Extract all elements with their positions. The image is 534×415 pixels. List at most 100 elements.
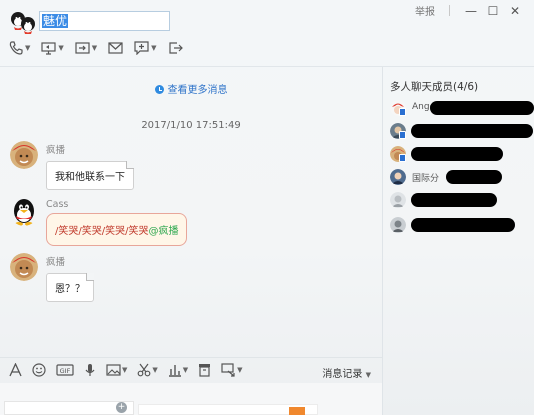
message-text: /笑哭/笑哭/笑哭/笑哭: [55, 226, 149, 237]
microphone-icon: [85, 364, 95, 376]
screen-share-icon: [41, 42, 56, 55]
chevron-down-icon: ▼: [151, 44, 157, 52]
report-link[interactable]: 举报: [415, 3, 435, 18]
voice-message-button[interactable]: [84, 363, 96, 377]
member-name: 国际分: [412, 174, 440, 184]
chevron-down-icon: ▼: [58, 44, 64, 52]
mention-tag[interactable]: @疯播: [148, 226, 178, 237]
avatar: [390, 217, 406, 233]
attachment-preview[interactable]: +: [4, 401, 134, 415]
avatar: [390, 192, 406, 208]
gif-icon: GIF: [56, 364, 74, 376]
file-button[interactable]: [198, 363, 211, 377]
message-bubble[interactable]: 恩？？: [46, 273, 94, 302]
sender-name: Cass: [46, 199, 69, 210]
chevron-down-icon: ▼: [237, 366, 243, 374]
group-title-input[interactable]: 魅优: [39, 11, 170, 31]
view-more-label: 查看更多消息: [167, 85, 228, 96]
sender-name: 疯播: [46, 257, 66, 268]
share-exit-icon: [168, 42, 183, 54]
remote-assist-icon: [75, 42, 90, 54]
chevron-down-icon: ▼: [122, 366, 128, 374]
message-input-area[interactable]: +: [0, 383, 382, 415]
member-item[interactable]: Angel: [390, 100, 534, 116]
redaction-mark: [411, 147, 503, 161]
member-item[interactable]: [390, 217, 534, 233]
message-history-button[interactable]: 消息记录 ▼: [322, 365, 371, 380]
member-item[interactable]: [390, 192, 534, 208]
chevron-down-icon: ▼: [91, 44, 98, 52]
bubble-corner: [126, 161, 134, 169]
exit-chat-button[interactable]: [168, 41, 183, 55]
message-text: 恩？？: [55, 284, 85, 295]
attachment-preview[interactable]: [138, 404, 318, 415]
redaction-mark: [411, 218, 515, 232]
chevron-down-icon: ▼: [152, 366, 158, 374]
group-avatar[interactable]: [9, 10, 36, 35]
file-thumbnail-icon: [289, 407, 305, 415]
image-icon: [106, 364, 121, 376]
minimize-button[interactable]: —: [460, 4, 482, 18]
voice-call-button[interactable]: ▼: [9, 41, 30, 55]
add-icon[interactable]: +: [116, 402, 127, 413]
input-toolbar: GIF ▼ ▼ ▼ ▼ 消息记录 ▼: [0, 357, 382, 383]
emoji-button[interactable]: [32, 363, 46, 377]
image-button[interactable]: ▼: [106, 363, 127, 377]
redaction-mark: [411, 124, 533, 138]
font-icon: [9, 363, 22, 377]
remote-file-button[interactable]: ▼: [221, 363, 243, 377]
scissors-icon: [137, 363, 151, 377]
chat-area: 查看更多消息 2017/1/10 17:51:49 疯播 我和他联系一下 Cas…: [0, 67, 382, 357]
remote-assist-button[interactable]: ▼: [75, 41, 97, 55]
message-timestamp: 2017/1/10 17:51:49: [141, 120, 241, 131]
member-panel: 多人聊天成员(4/6) Angel 国际分: [383, 67, 534, 415]
message-bubble[interactable]: 我和他联系一下: [46, 161, 134, 190]
archive-icon: [199, 364, 211, 377]
close-button[interactable]: ✕: [504, 4, 526, 18]
input-tools: GIF ▼ ▼ ▼ ▼: [9, 363, 253, 377]
gif-button[interactable]: GIF: [56, 363, 74, 377]
message-bubble[interactable]: /笑哭/笑哭/笑哭/笑哭@疯播: [46, 213, 188, 246]
admin-badge-icon: [399, 131, 406, 139]
controls-divider: [449, 5, 450, 16]
chevron-down-icon: ▼: [25, 44, 31, 52]
chevron-down-icon: ▼: [182, 366, 189, 374]
chevron-down-icon: ▼: [365, 371, 371, 379]
sender-name: 疯播: [46, 145, 66, 156]
redaction-mark: [430, 101, 534, 115]
app-add-button[interactable]: ▼: [134, 41, 157, 55]
avatar[interactable]: [10, 253, 38, 281]
avatar[interactable]: [10, 141, 38, 169]
screen-capture-icon: [221, 363, 235, 377]
bar-chart-icon: [168, 365, 181, 377]
chat-window: 魅优 举报 — ☐ ✕ ▼ ▼ ▼ ▼ 查看更多消息 2017/1/10 17:…: [0, 0, 534, 415]
clock-icon: [154, 85, 164, 94]
mail-button[interactable]: [108, 41, 123, 55]
message-history-label: 消息记录: [322, 369, 363, 380]
avatar: [390, 169, 406, 185]
redaction-mark: [411, 193, 497, 207]
screen-share-button[interactable]: ▼: [41, 41, 64, 55]
member-item[interactable]: 国际分: [390, 169, 534, 185]
screenshot-button[interactable]: ▼: [137, 363, 158, 377]
title-bar: 魅优 举报 — ☐ ✕ ▼ ▼ ▼ ▼: [0, 0, 534, 66]
app-add-icon: [134, 41, 149, 55]
admin-badge-icon: [399, 154, 406, 162]
svg-text:GIF: GIF: [60, 367, 71, 375]
font-button[interactable]: [9, 363, 22, 377]
top-toolbar: ▼ ▼ ▼ ▼: [9, 41, 194, 55]
poll-button[interactable]: ▼: [168, 363, 188, 377]
avatar[interactable]: [10, 198, 38, 226]
owner-badge-icon: [399, 108, 406, 116]
bubble-corner: [86, 273, 94, 281]
view-more-messages-link[interactable]: 查看更多消息: [0, 81, 382, 96]
group-title-text: 魅优: [42, 14, 69, 28]
member-item[interactable]: [390, 146, 534, 162]
maximize-button[interactable]: ☐: [482, 4, 504, 18]
redaction-mark: [446, 170, 502, 184]
mail-icon: [108, 42, 123, 54]
member-item[interactable]: [390, 123, 534, 139]
message-text: 我和他联系一下: [55, 172, 125, 183]
member-panel-title: 多人聊天成员(4/6): [390, 81, 479, 93]
smiley-icon: [32, 363, 46, 377]
